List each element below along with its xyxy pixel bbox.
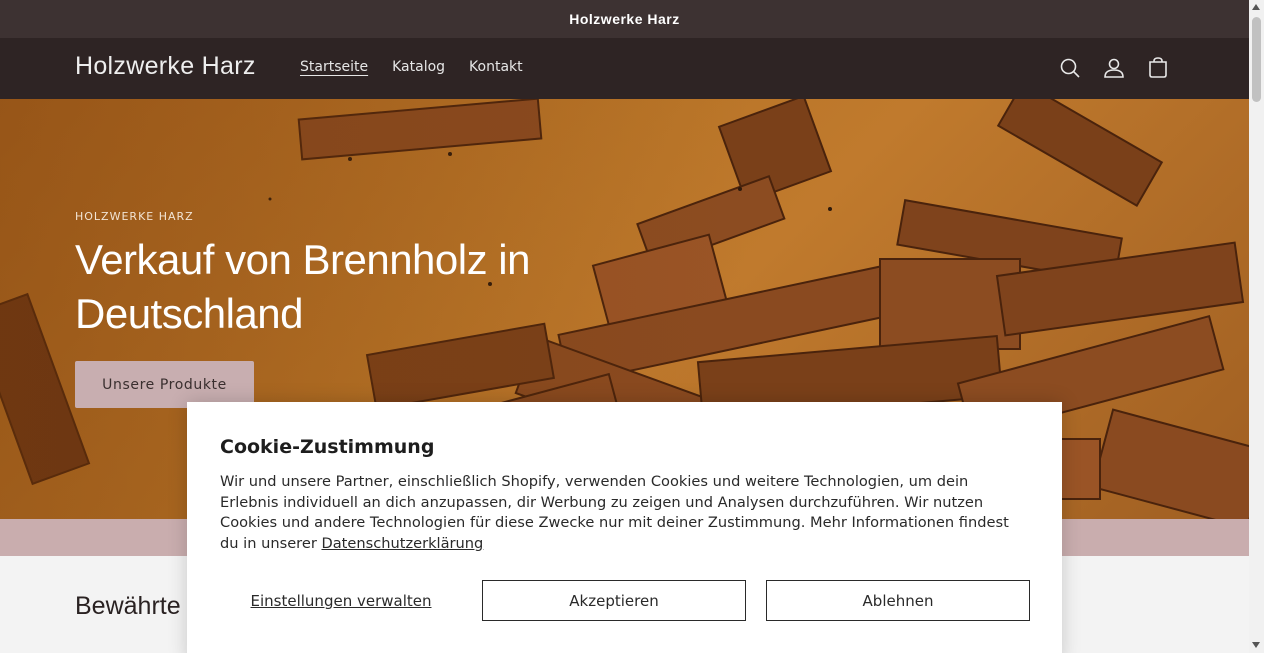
- account-icon[interactable]: [1102, 56, 1126, 80]
- scroll-down-icon[interactable]: [1252, 642, 1260, 648]
- decline-button[interactable]: Ablehnen: [766, 580, 1030, 621]
- products-button[interactable]: Unsere Produkte: [75, 361, 254, 408]
- search-icon[interactable]: [1058, 56, 1082, 80]
- announcement-bar: Holzwerke Harz: [0, 0, 1249, 38]
- scroll-up-icon[interactable]: [1252, 4, 1260, 10]
- section-title: Bewährte: [75, 592, 181, 620]
- nav-item-katalog[interactable]: Katalog: [392, 59, 445, 75]
- main-nav: Startseite Katalog Kontakt: [300, 59, 523, 75]
- cookie-title: Cookie-Zustimmung: [220, 436, 435, 458]
- accept-button[interactable]: Akzeptieren: [482, 580, 746, 621]
- hero-subheading: HOLZWERKE HARZ: [75, 210, 194, 223]
- cookie-consent-dialog: Cookie-Zustimmung Wir und unsere Partner…: [187, 402, 1062, 653]
- announcement-text: Holzwerke Harz: [569, 11, 680, 27]
- nav-item-kontakt[interactable]: Kontakt: [469, 59, 523, 75]
- scroll-thumb[interactable]: [1252, 17, 1261, 102]
- manage-settings-button[interactable]: Einstellungen verwalten: [220, 580, 462, 621]
- privacy-policy-link[interactable]: Datenschutzerklärung: [321, 535, 483, 552]
- cart-icon[interactable]: [1146, 56, 1170, 80]
- site-header: Holzwerke Harz Startseite Katalog Kontak…: [0, 38, 1249, 99]
- nav-item-startseite[interactable]: Startseite: [300, 59, 368, 75]
- hero-title: Verkauf von Brennholz in Deutschland: [75, 236, 530, 337]
- cookie-text: Wir und unsere Partner, einschließlich S…: [220, 472, 1020, 555]
- site-logo[interactable]: Holzwerke Harz: [75, 52, 256, 81]
- header-icons: [1058, 56, 1170, 80]
- scrollbar[interactable]: [1249, 0, 1264, 653]
